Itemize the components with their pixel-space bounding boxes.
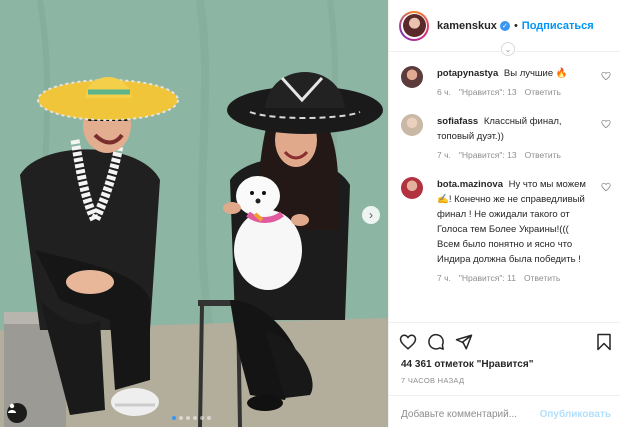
comment-item: sofiafass Классный финал, топовый дуэт.)… (389, 114, 620, 160)
more-options-button[interactable]: ⌄ (501, 42, 515, 56)
carousel-dot (179, 416, 183, 420)
carousel-dot (193, 416, 197, 420)
tagged-users-button[interactable] (7, 403, 27, 423)
post-timestamp[interactable]: 7 ЧАСОВ НАЗАД (401, 376, 464, 385)
heart-icon[interactable] (601, 119, 611, 129)
comment-meta: 6 ч. "Нравится": 13 Ответить (437, 87, 591, 97)
heart-icon[interactable] (601, 71, 611, 81)
post-actions: 44 361 отметок "Нравится" 7 ЧАСОВ НАЗАД … (389, 322, 620, 427)
carousel-dot (200, 416, 204, 420)
comment-text: Ну что мы можем ✍️! Конечно же не справе… (437, 179, 586, 265)
comment-likes[interactable]: "Нравится": 13 (459, 150, 517, 160)
comment-body: sofiafass Классный финал, топовый дуэт.)… (437, 114, 591, 144)
verified-icon: ✓ (499, 20, 510, 31)
share-icon[interactable] (455, 333, 473, 351)
carousel-dot (172, 416, 176, 420)
comment-username[interactable]: potapynastya (437, 68, 498, 79)
heart-icon[interactable] (601, 182, 611, 192)
bookmark-icon (597, 333, 611, 351)
chevron-right-icon: › (369, 208, 373, 222)
header-separator: • (513, 19, 518, 32)
comment-item: potapynastya Вы лучшие 🔥 6 ч. "Нравится"… (389, 66, 620, 97)
comment-meta: 7 ч. "Нравится": 13 Ответить (437, 150, 591, 160)
likes-count[interactable]: 44 361 отметок "Нравится" (401, 359, 533, 370)
author-avatar[interactable] (399, 10, 429, 41)
comments-list: potapynastya Вы лучшие 🔥 6 ч. "Нравится"… (389, 66, 620, 322)
comment-avatar[interactable] (401, 114, 423, 136)
comment-username[interactable]: bota.mazinova (437, 179, 503, 190)
comment-time[interactable]: 7 ч. (437, 150, 451, 160)
reply-button[interactable]: Ответить (525, 87, 561, 97)
add-comment-bar: Опубликовать (389, 395, 620, 427)
post-photo[interactable]: › (0, 0, 388, 427)
post-side-panel: kamenskux ✓ • Подписаться ⌄ potapynastya… (388, 0, 620, 427)
publish-button[interactable]: Опубликовать (540, 409, 611, 420)
comment-likes[interactable]: "Нравится": 13 (459, 87, 517, 97)
next-slide-button[interactable]: › (362, 206, 380, 224)
photo-illustration (0, 0, 388, 427)
user-tag-icon (8, 403, 16, 413)
carousel-dot (186, 416, 190, 420)
comment-input[interactable] (401, 409, 540, 420)
comment-time[interactable]: 6 ч. (437, 87, 451, 97)
save-button[interactable] (596, 333, 612, 351)
comment-meta: 7 ч. "Нравится": 11 Ответить (437, 273, 591, 283)
comment-icon[interactable] (427, 333, 445, 351)
comment-body: bota.mazinova Ну что мы можем ✍️! Конечн… (437, 177, 591, 267)
reply-button[interactable]: Ответить (525, 150, 561, 160)
comment-avatar[interactable] (401, 177, 423, 199)
comment-item: bota.mazinova Ну что мы можем ✍️! Конечн… (389, 177, 620, 283)
comment-time[interactable]: 7 ч. (437, 273, 451, 283)
comment-text: Вы лучшие 🔥 (503, 68, 568, 79)
more-icon: ⌄ (504, 44, 512, 54)
carousel-indicator (172, 416, 211, 420)
author-username[interactable]: kamenskux (437, 20, 497, 32)
like-button[interactable] (399, 333, 417, 351)
reply-button[interactable]: Ответить (524, 273, 560, 283)
comment-username[interactable]: sofiafass (437, 116, 478, 127)
comment-body: potapynastya Вы лучшие 🔥 (437, 66, 591, 81)
comment-avatar[interactable] (401, 66, 423, 88)
comment-likes[interactable]: "Нравится": 11 (459, 273, 516, 283)
follow-button[interactable]: Подписаться (522, 20, 594, 32)
post-header: kamenskux ✓ • Подписаться ⌄ (389, 0, 620, 56)
action-buttons (399, 333, 473, 351)
carousel-dot (207, 416, 211, 420)
